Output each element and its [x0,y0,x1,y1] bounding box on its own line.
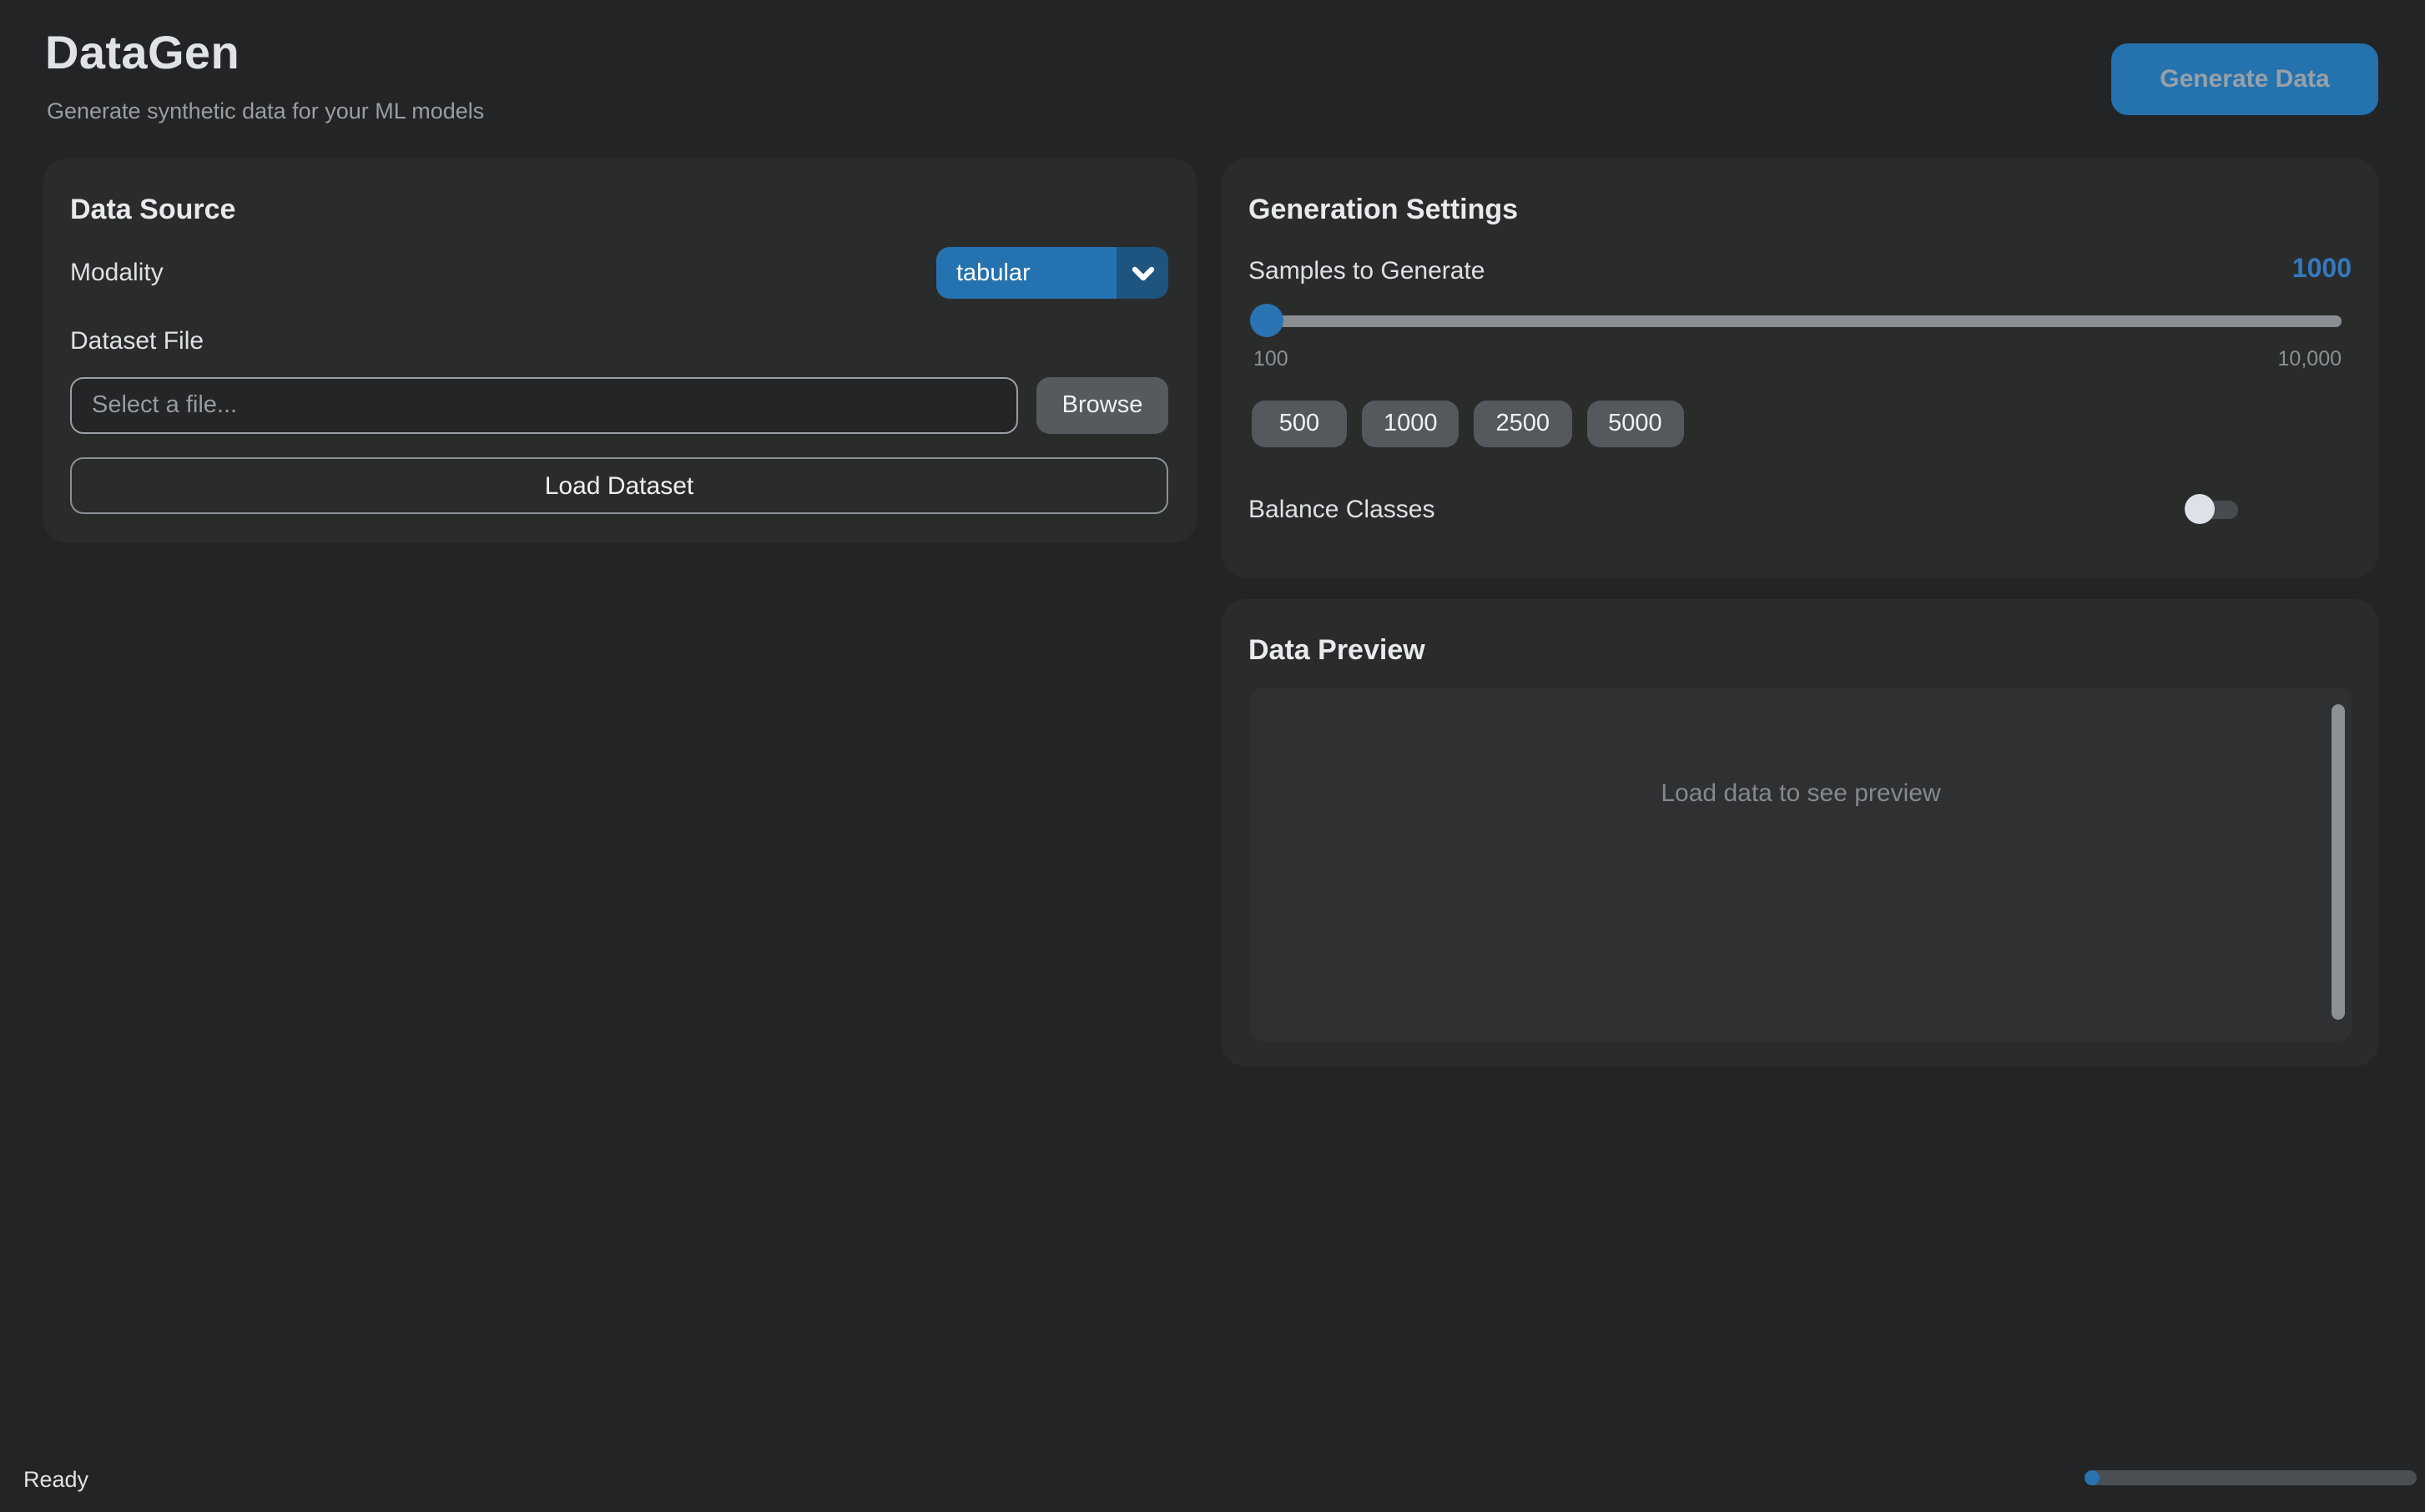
preview-area: Load data to see preview [1250,688,2352,1041]
preset-button-2500[interactable]: 2500 [1475,401,1572,447]
progress-bar [2085,1470,2417,1485]
modality-label: Modality [70,259,164,287]
preset-button-500[interactable]: 500 [1252,401,1347,447]
samples-value: 1000 [2292,255,2352,285]
modality-selected-value: tabular [936,247,1117,299]
load-dataset-button[interactable]: Load Dataset [70,457,1168,514]
samples-label: Samples to Generate [1248,256,1485,285]
app-window: DataGen Generate synthetic data for your… [0,0,2425,1512]
app-subtitle: Generate synthetic data for your ML mode… [47,98,484,123]
progress-bar-fill [2085,1470,2100,1485]
slider-range-labels: 100 10,000 [1253,347,2342,370]
browse-button[interactable]: Browse [1036,377,1168,434]
preview-placeholder-text: Load data to see preview [1250,779,2352,808]
slider-min-label: 100 [1253,347,1288,370]
dataset-file-label: Dataset File [70,327,204,355]
balance-classes-row: Balance Classes [1248,494,2238,524]
data-preview-title: Data Preview [1248,634,1425,668]
preview-scrollbar[interactable] [2332,704,2345,1020]
status-text: Ready [23,1467,88,1492]
modality-dropdown[interactable]: tabular [936,247,1168,299]
data-source-title: Data Source [70,194,235,227]
generation-settings-title: Generation Settings [1248,194,1518,227]
slider-thumb[interactable] [1250,304,1283,337]
preset-button-5000[interactable]: 5000 [1586,401,1684,447]
samples-slider[interactable] [1253,304,2342,337]
slider-track[interactable] [1253,315,2342,326]
balance-classes-toggle[interactable] [2185,494,2238,524]
preset-row: 500 1000 2500 5000 [1252,401,1684,447]
modality-row: Modality tabular [70,247,1168,299]
app-title: DataGen [45,27,239,80]
dataset-file-input[interactable] [70,377,1018,434]
data-preview-panel: Data Preview Load data to see preview [1222,599,2378,1066]
chevron-down-icon [1117,247,1168,299]
generation-settings-panel: Generation Settings Samples to Generate … [1222,159,2378,577]
balance-classes-label: Balance Classes [1248,495,1434,523]
data-source-panel: Data Source Modality tabular Dataset Fil… [43,159,1197,542]
samples-row: Samples to Generate 1000 [1248,255,2352,285]
preset-button-1000[interactable]: 1000 [1362,401,1460,447]
generate-data-button[interactable]: Generate Data [2111,43,2378,115]
file-row: Browse [70,377,1168,434]
toggle-knob [2185,494,2215,524]
slider-max-label: 10,000 [2278,347,2342,370]
